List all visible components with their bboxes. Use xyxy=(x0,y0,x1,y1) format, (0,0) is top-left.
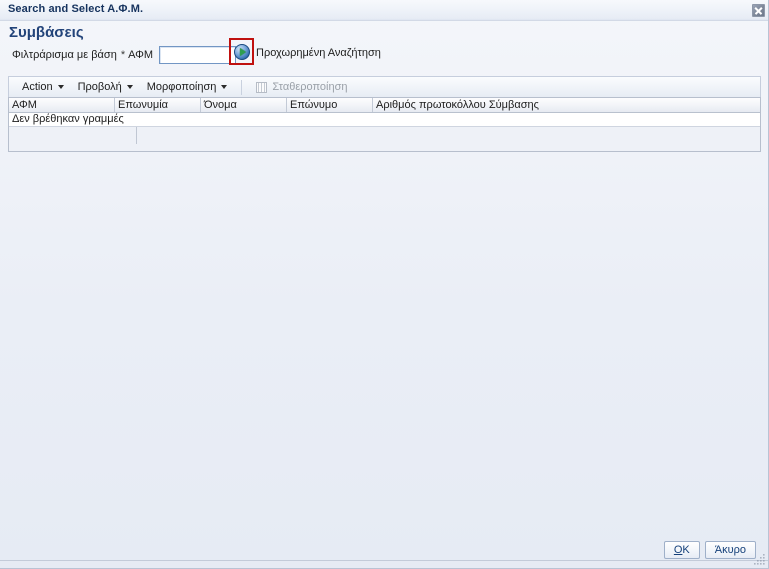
column-header-protocol[interactable]: Αριθμός πρωτοκόλλου Σύμβασης xyxy=(373,98,760,112)
ok-button-accelerator: O xyxy=(673,544,683,556)
dialog-titlebar: Search and Select A.Φ.M. xyxy=(0,0,768,21)
search-and-select-dialog: Search and Select A.Φ.M. Συμβάσεις Φιλτρ… xyxy=(0,0,769,569)
table-body-area xyxy=(9,127,760,150)
column-header-afm[interactable]: ΑΦΜ xyxy=(9,98,115,112)
chevron-down-icon xyxy=(57,85,64,89)
search-go-button-highlight[interactable] xyxy=(229,38,254,65)
column-resize-handle[interactable] xyxy=(136,127,137,144)
close-icon[interactable] xyxy=(750,2,766,18)
filter-label: Φιλτράρισμα με βάση xyxy=(12,49,117,61)
filter-row: Φιλτράρισμα με βάση * ΑΦΜ xyxy=(12,45,237,65)
table-toolbar: Action Προβολή Μορφοποίηση Σταθεροποίηση xyxy=(8,76,761,97)
chevron-down-icon xyxy=(221,85,228,89)
footer-divider xyxy=(0,560,768,561)
freeze-columns-icon xyxy=(256,81,268,93)
close-icon-glyph xyxy=(751,3,765,17)
advanced-search-link[interactable]: Προχωρημένη Αναζήτηση xyxy=(256,47,381,59)
table-header-row: ΑΦΜ Επωνυμία Όνομα Επώνυμο Αριθμός πρωτο… xyxy=(9,98,760,113)
column-header-eponymia[interactable]: Επωνυμία xyxy=(115,98,201,112)
column-header-eponymo[interactable]: Επώνυμο xyxy=(287,98,373,112)
results-table: ΑΦΜ Επωνυμία Όνομα Επώνυμο Αριθμός πρωτο… xyxy=(8,97,761,152)
page-title: Συμβάσεις xyxy=(9,24,84,41)
toolbar-freeze-label: Σταθεροποίηση xyxy=(272,81,348,93)
toolbar-format-label: Μορφοποίηση xyxy=(146,81,217,93)
toolbar-divider xyxy=(241,79,243,95)
toolbar-freeze-button[interactable]: Σταθεροποίηση xyxy=(249,79,354,96)
dialog-title: Search and Select A.Φ.M. xyxy=(8,3,144,15)
toolbar-format-menu[interactable]: Μορφοποίηση xyxy=(140,79,235,96)
table-empty-message: Δεν βρέθηκαν γραμμές xyxy=(9,113,760,127)
dialog-button-row: OK Άκυρο xyxy=(663,541,756,559)
toolbar-view-menu[interactable]: Προβολή xyxy=(71,79,140,96)
toolbar-action-label: Action xyxy=(22,81,53,93)
column-header-onoma[interactable]: Όνομα xyxy=(201,98,287,112)
ok-button-label-rest: K xyxy=(682,544,690,556)
cancel-button[interactable]: Άκυρο xyxy=(704,541,756,559)
resize-grip-icon[interactable] xyxy=(753,553,766,566)
search-go-arrow-icon xyxy=(240,48,246,56)
ok-button[interactable]: OK xyxy=(663,541,700,559)
toolbar-view-label: Προβολή xyxy=(77,81,122,93)
afm-search-input[interactable] xyxy=(159,46,237,64)
chevron-down-icon xyxy=(126,85,133,89)
filter-field-name: ΑΦΜ xyxy=(128,49,154,61)
search-go-icon[interactable] xyxy=(234,44,250,60)
required-marker: * xyxy=(120,49,126,61)
toolbar-action-menu[interactable]: Action xyxy=(15,79,71,96)
